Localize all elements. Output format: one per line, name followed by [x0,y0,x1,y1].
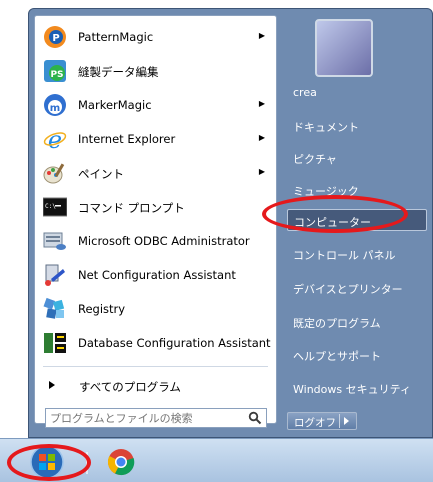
program-label: Microsoft ODBC Administrator [78,234,250,248]
submenu-arrow-icon: ▶ [258,31,265,40]
right-link-default-programs[interactable]: 既定のプログラム [287,311,427,333]
program-label: Net Configuration Assistant [78,268,236,282]
markermagic-icon: m [44,94,66,116]
right-link-documents[interactable]: ドキュメント [287,115,427,137]
right-link-label: Windows セキュリティ [293,383,411,396]
svg-text:PS: PS [50,70,63,80]
submenu-arrow-icon: ▶ [258,133,265,142]
right-link-control-panel[interactable]: コントロール パネル [287,243,427,265]
svg-text:e: e [48,127,62,151]
program-odbc-administrator[interactable]: Microsoft ODBC Administrator [39,226,273,257]
svg-text:m: m [50,103,60,114]
right-link-devices-printers[interactable]: デバイスとプリンター [287,277,427,299]
logoff-button[interactable]: ログオフ [287,412,357,430]
program-patternmagic[interactable]: P PatternMagic ▶ [39,22,273,53]
program-label: Internet Explorer [78,132,176,146]
right-link-label: コントロール パネル [293,249,396,262]
paint-icon [43,163,65,184]
logoff-label: ログオフ [294,417,336,429]
logoff-separator [339,414,340,428]
programs-panel: P PatternMagic ▶ PS 縫製データ編集 m MarkerMagi… [34,15,277,428]
program-label: PatternMagic [78,30,154,44]
odbc-icon [43,232,66,250]
program-label: 縫製データ編集 [78,65,159,79]
right-link-label: デバイスとプリンター [293,283,403,296]
submenu-arrow-icon: ▶ [258,167,265,176]
svg-text:P: P [52,33,59,44]
search-icon[interactable] [248,411,262,425]
right-link-user[interactable]: crea [287,82,427,104]
svg-text:C:\: C:\ [45,203,56,210]
chrome-icon[interactable] [107,448,135,476]
right-link-label: crea [293,86,317,99]
program-label: コマンド プロンプト [78,201,185,215]
right-link-label: ピクチャ [293,153,337,166]
db-config-icon [44,333,66,353]
program-paint[interactable]: ペイント ▶ [39,158,273,189]
right-link-label: 既定のプログラム [293,317,381,330]
command-prompt-icon: C:\ [43,197,67,217]
program-label: Database Configuration Assistant [78,336,271,350]
program-database-configuration-assistant[interactable]: Database Configuration Assistant [39,328,273,359]
ps-data-edit-icon: PS [44,60,66,82]
annotation-circle-computer [262,195,408,233]
right-link-label: ヘルプとサポート [293,350,381,363]
registry-icon [43,297,65,319]
right-link-label: ドキュメント [293,121,359,134]
submenu-arrow-icon: ▶ [258,99,265,108]
program-markermagic[interactable]: m MarkerMagic ▶ [39,90,273,121]
right-link-pictures[interactable]: ピクチャ [287,147,427,169]
search-box[interactable] [45,408,267,428]
program-net-configuration-assistant[interactable]: Net Configuration Assistant [39,260,273,291]
internet-explorer-icon: e [43,127,67,151]
program-sewing-data-edit[interactable]: PS 縫製データ編集 [39,56,273,87]
search-input[interactable] [50,410,240,426]
program-label: Registry [78,302,126,316]
program-label: ペイント [78,167,124,181]
right-link-help-support[interactable]: ヘルプとサポート [287,344,427,366]
program-internet-explorer[interactable]: e Internet Explorer ▶ [39,124,273,155]
all-programs-button[interactable]: すべてのプログラム [39,373,271,399]
divider [43,366,268,367]
logoff-options-arrow-icon[interactable] [344,417,349,425]
annotation-circle-start [7,444,91,481]
program-command-prompt[interactable]: C:\ コマンド プロンプト [39,192,273,223]
patternmagic-icon: P [44,26,66,48]
net-config-icon [45,264,65,286]
program-registry[interactable]: Registry [39,294,273,325]
right-link-windows-security[interactable]: Windows セキュリティ [287,377,427,399]
user-picture[interactable] [315,19,373,77]
expand-arrow-icon [49,381,55,389]
all-programs-label: すべてのプログラム [79,380,181,394]
program-label: MarkerMagic [78,98,152,112]
